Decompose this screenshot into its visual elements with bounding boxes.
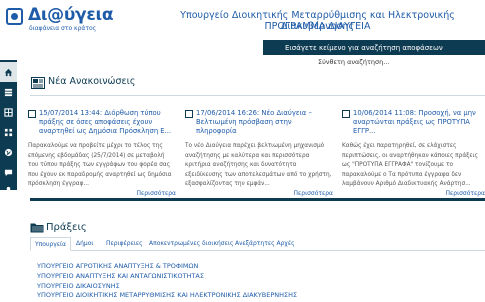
section-divider — [30, 198, 485, 201]
tab-municipalities[interactable]: Δήμοι — [76, 240, 93, 247]
user-icon[interactable] — [0, 180, 17, 200]
calendar-icon — [185, 110, 193, 118]
news-more-link[interactable]: Περισσότερα — [342, 190, 485, 197]
calendar-icon — [342, 110, 350, 118]
news-item: 15/07/2014 13:44: Διόρθωση τύπου πράξης … — [28, 109, 176, 197]
tab-decentralized-administrations[interactable]: Αποκεντρωμένες διοικήσεις — [149, 240, 233, 247]
announcements-divider — [30, 95, 485, 96]
organization-list: ΥΠΟΥΡΓΕΙΟ ΑΓΡΟΤΙΚΗΣ ΑΝΑΠΤΥΞΗΣ & ΤΡΟΦΙΜΩΝ… — [37, 262, 297, 301]
news-body: Το νέο Διαύγεια παρέχει βελτιωμένη μηχαν… — [185, 143, 332, 187]
tab-independent-authorities[interactable]: Ανεξάρτητες Αρχές — [235, 240, 295, 247]
organization-link[interactable]: ΥΠΟΥΡΓΕΙΟ ΑΓΡΟΤΙΚΗΣ ΑΝΑΠΤΥΞΗΣ & ΤΡΟΦΙΜΩΝ — [37, 262, 297, 272]
home-icon[interactable] — [0, 62, 17, 82]
tabs-divider — [30, 250, 485, 251]
page-header: Δι@ύγεια διαφάνεια στο κράτος Υπουργείο … — [0, 0, 485, 38]
announcements-title: Νέα Ανακοινώσεις — [48, 76, 136, 87]
globe-icon[interactable] — [0, 142, 17, 162]
search-input[interactable] — [269, 42, 485, 53]
logo-text[interactable]: Δι@ύγεια — [28, 6, 114, 24]
news-body: Καθώς έχει παρατηρηθεί, σε ελάχιστες περ… — [342, 143, 478, 187]
news-more-link[interactable]: Περισσότερα — [185, 190, 334, 197]
diavgeia-logo-icon[interactable] — [6, 8, 23, 25]
left-sidebar — [0, 60, 17, 194]
list-icon[interactable] — [0, 82, 17, 102]
news-title-link[interactable]: 15/07/2014 13:44: Διόρθωση τύπου πράξης … — [39, 109, 176, 136]
calendar-icon — [28, 110, 36, 118]
program-title: ΠΡΟΓΡΑΜΜΑ ΔΙΑΥΓΕΙΑ — [264, 21, 371, 32]
tab-regions[interactable]: Περιφέρειες — [106, 240, 143, 247]
news-item: 10/06/2014 11:08: Προσοχή, να μην αναρτώ… — [342, 109, 485, 197]
announcements-icon — [31, 77, 45, 89]
organization-link[interactable]: ΥΠΟΥΡΓΕΙΟ ΑΝΑΠΤΥΞΗΣ ΚΑΙ ΑΝΤΑΓΩΝΙΣΤΙΚΟΤΗΤ… — [37, 272, 297, 282]
praxeis-title: Πράξεις — [46, 222, 87, 233]
search-bar — [263, 40, 485, 55]
advanced-search-link[interactable]: Σύνθετη αναζήτηση... — [318, 58, 389, 66]
logo-tagline: διαφάνεια στο κράτος — [29, 25, 97, 32]
tab-ministries[interactable]: Υπουργεία — [30, 237, 72, 251]
news-body: Παρακαλούμε να προβείτε μέχρι το τέλος τ… — [28, 143, 172, 187]
chat-icon[interactable] — [0, 162, 17, 182]
table-icon[interactable] — [0, 102, 17, 122]
folder-icon — [30, 223, 44, 233]
news-title-link[interactable]: 17/06/2014 16:26: Νέο Διαύγεια – Βελτιωμ… — [196, 109, 333, 136]
organization-link[interactable]: ΥΠΟΥΡΓΕΙΟ ΔΙΟΙΚΗΤΙΚΗΣ ΜΕΤΑΡΡΥΘΜΙΣΗΣ ΚΑΙ … — [37, 291, 297, 301]
news-more-link[interactable]: Περισσότερα — [28, 190, 177, 197]
news-item: 17/06/2014 16:26: Νέο Διαύγεια – Βελτιωμ… — [185, 109, 333, 197]
organization-link[interactable]: ΥΠΟΥΡΓΕΙΟ ΔΙΚΑΙΟΣΥΝΗΣ — [37, 282, 297, 292]
news-title-link[interactable]: 10/06/2014 11:08: Προσοχή, να μην αναρτώ… — [353, 109, 485, 136]
grid-icon[interactable] — [0, 122, 17, 142]
